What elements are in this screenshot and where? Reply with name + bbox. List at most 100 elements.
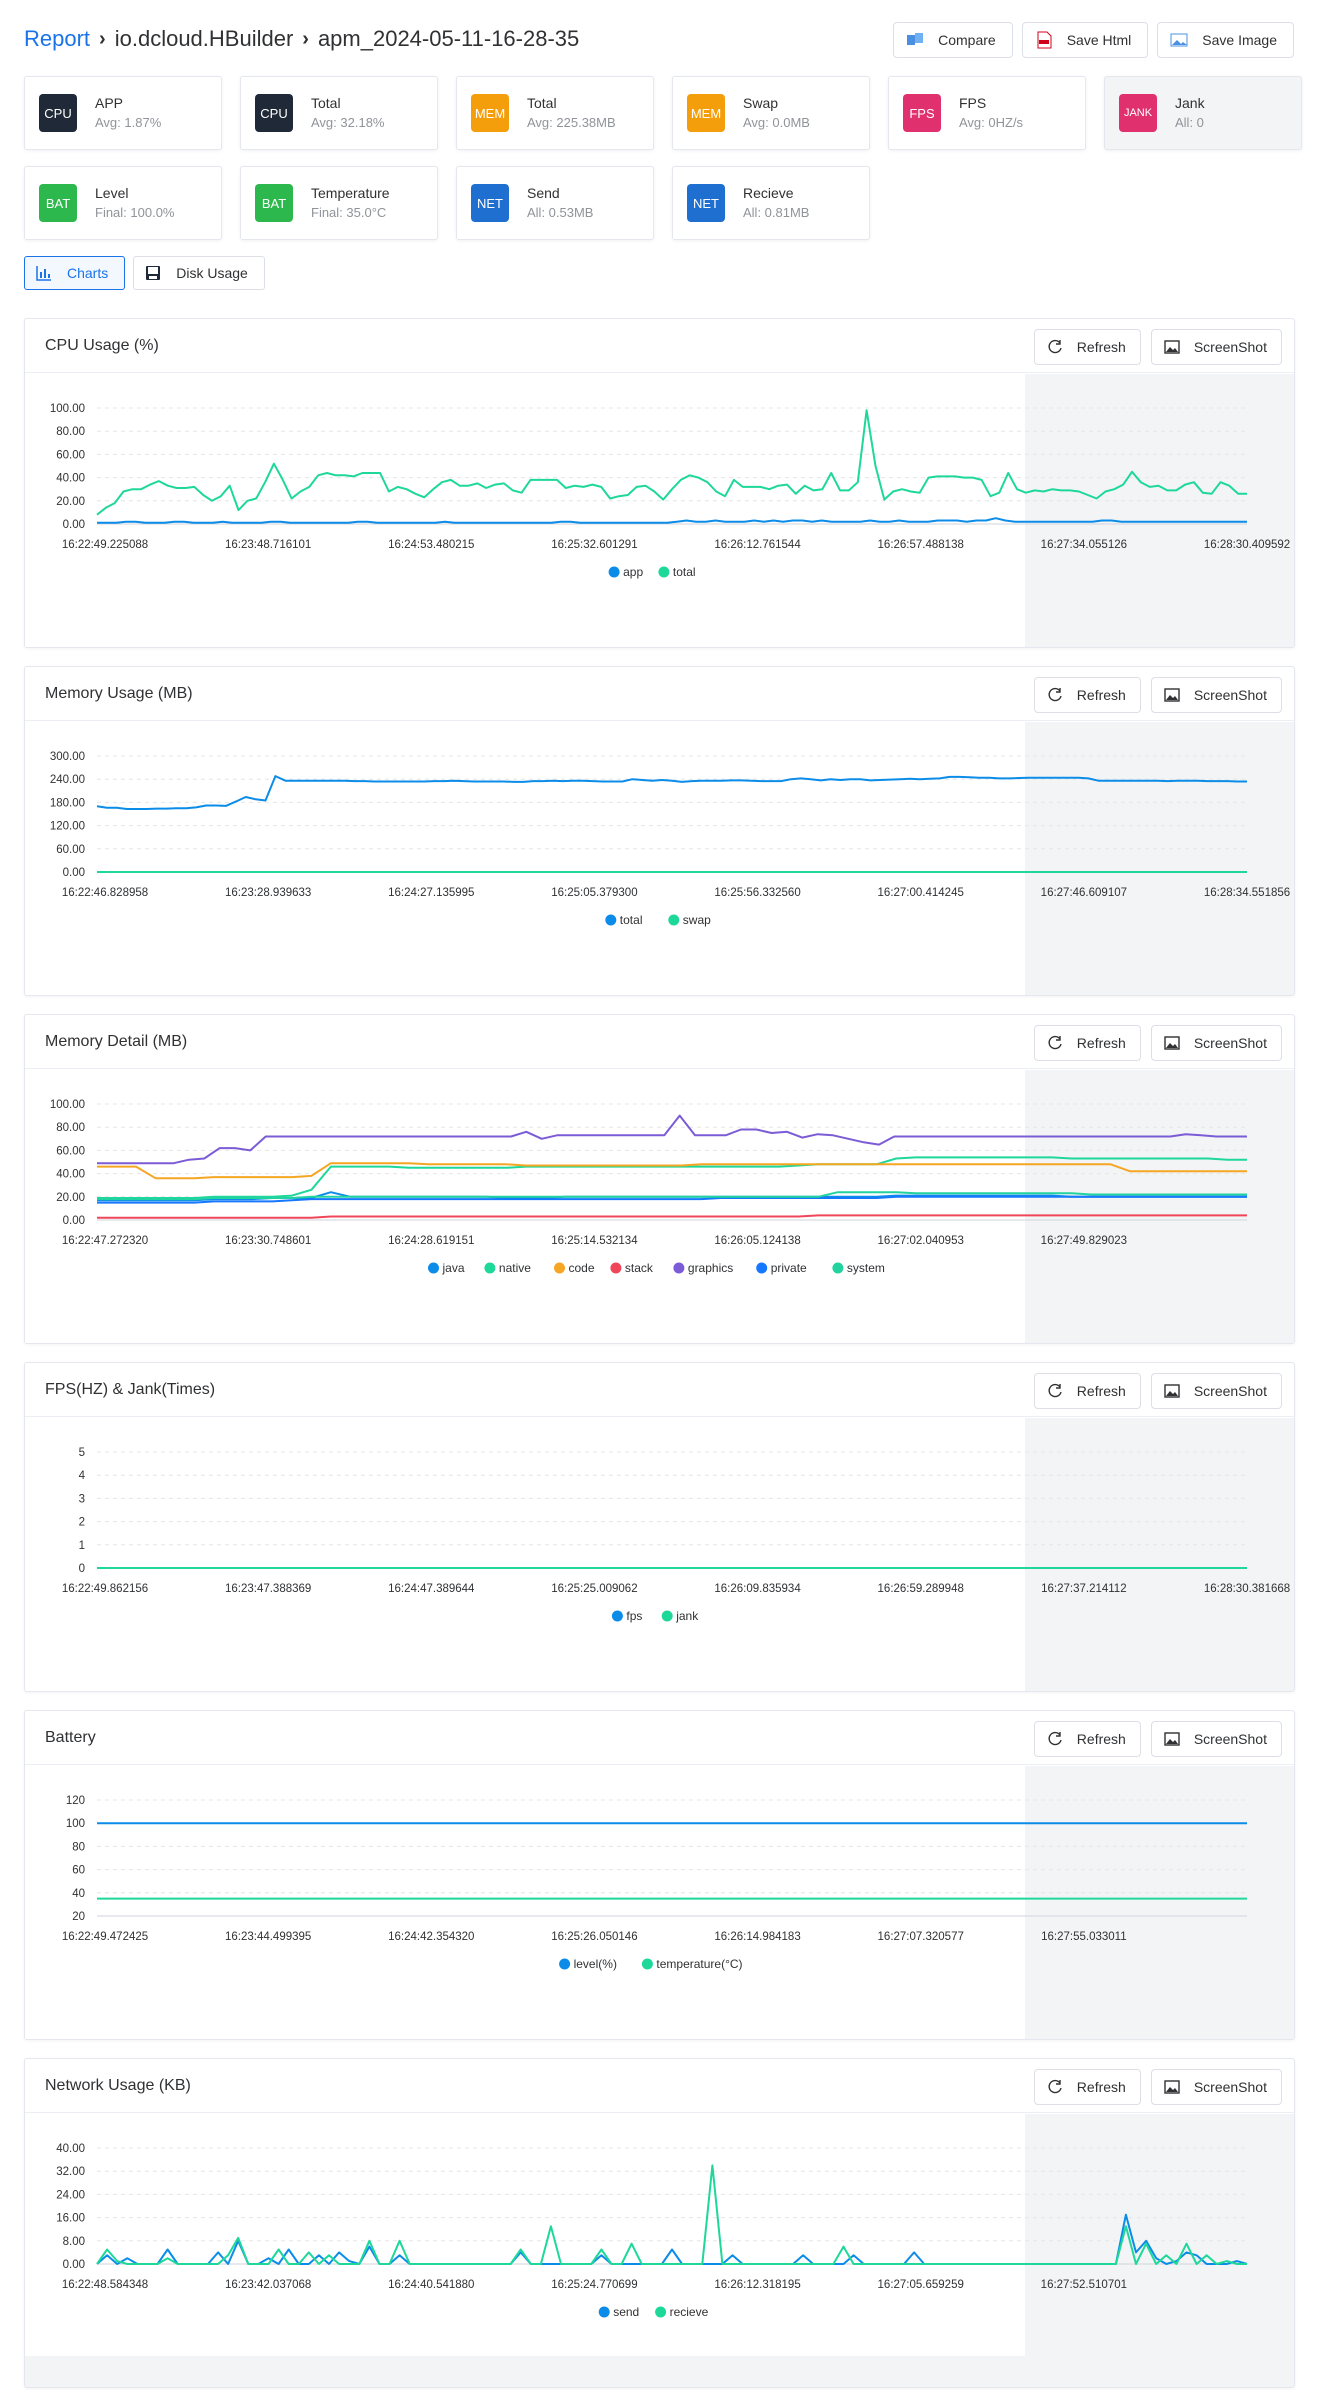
- legend-item[interactable]: java: [428, 1261, 465, 1275]
- legend-item[interactable]: private: [756, 1261, 807, 1275]
- legend-label: stack: [625, 1261, 654, 1275]
- x-tick-label: 16:24:53.480215: [388, 539, 474, 551]
- image-icon: [1164, 2080, 1180, 2094]
- screenshot-label: ScreenShot: [1193, 2079, 1267, 2095]
- legend-item[interactable]: graphics: [673, 1261, 733, 1275]
- y-tick-label: 16.00: [56, 2213, 85, 2225]
- x-tick-label: 16:27:02.040953: [878, 1235, 964, 1247]
- stat-badge: MEM: [687, 94, 725, 132]
- stat-card: MEM Total Avg: 225.38MB: [456, 76, 654, 150]
- tab-disk-usage[interactable]: Disk Usage: [133, 256, 265, 290]
- legend-item[interactable]: fps: [611, 1609, 643, 1623]
- chart-area: 300.00 240.00 180.00 120.00 60.00 0.00 16:22:4…: [25, 722, 1294, 995]
- x-tick-label: 16:23:28.939633: [225, 887, 311, 899]
- refresh-button[interactable]: Refresh: [1033, 1721, 1141, 1757]
- y-tick-label: 100: [66, 1818, 85, 1830]
- screenshot-button[interactable]: ScreenShot: [1150, 1025, 1282, 1061]
- legend-item[interactable]: code: [554, 1261, 595, 1275]
- screenshot-button[interactable]: ScreenShot: [1150, 1721, 1282, 1757]
- chart-title: Network Usage (KB): [45, 2077, 191, 2094]
- legend-dot: [832, 1262, 844, 1274]
- y-tick-label: 120: [66, 1795, 85, 1807]
- line-chart: 100.00 80.00 60.00 40.00 20.00 0.00 16:22:49.2…: [50, 403, 1290, 579]
- save-image-button[interactable]: Save Image: [1157, 22, 1294, 58]
- legend-label: total: [620, 913, 643, 927]
- stat-text: Temperature Final: 35.0°C: [311, 184, 390, 222]
- legend-item[interactable]: system: [832, 1261, 885, 1275]
- x-tick-label: 16:26:12.318195: [714, 2279, 800, 2291]
- legend-label: fps: [626, 1609, 642, 1623]
- refresh-button[interactable]: Refresh: [1033, 1373, 1141, 1409]
- stat-title: Swap: [743, 95, 779, 111]
- legend-item[interactable]: total: [605, 913, 642, 927]
- x-tick-label: 16:27:00.414245: [878, 887, 964, 899]
- screenshot-button[interactable]: ScreenShot: [1150, 1373, 1282, 1409]
- panel-header: CPU Usage (%) Refresh ScreenShot: [25, 319, 1294, 373]
- compare-button[interactable]: Compare: [893, 22, 1013, 58]
- chart-title: Memory Usage (MB): [45, 685, 193, 702]
- series-line-total: [96, 775, 1247, 810]
- x-tick-label: 16:24:42.354320: [388, 1931, 474, 1943]
- legend-item[interactable]: swap: [668, 913, 711, 927]
- legend-item[interactable]: app: [608, 565, 644, 579]
- breadcrumb-app[interactable]: io.dcloud.HBuilder: [115, 26, 294, 52]
- legend-label: level(%): [574, 1957, 617, 1971]
- legend-item[interactable]: temperature(°C): [641, 1957, 743, 1971]
- legend-item[interactable]: stack: [610, 1261, 654, 1275]
- legend-dot: [673, 1262, 685, 1274]
- panel-header: Memory Usage (MB) Refresh ScreenShot: [25, 667, 1294, 721]
- image-icon: [1164, 340, 1180, 354]
- series-line-app: [97, 517, 1247, 524]
- chevron-right-icon: ›: [302, 27, 309, 50]
- save-html-button[interactable]: Save Html: [1021, 22, 1149, 58]
- legend-item[interactable]: send: [598, 2305, 640, 2319]
- legend-dot: [559, 1958, 571, 1970]
- legend-item[interactable]: recieve: [655, 2305, 709, 2319]
- chart-title: Battery: [45, 1729, 96, 1746]
- stat-value: Final: 100.0%: [95, 205, 175, 220]
- legend-item[interactable]: total: [658, 565, 696, 579]
- refresh-button[interactable]: Refresh: [1033, 677, 1141, 713]
- stat-text: APP Avg: 1.87%: [95, 94, 161, 132]
- legend-label: code: [569, 1261, 595, 1275]
- screenshot-button[interactable]: ScreenShot: [1150, 677, 1282, 713]
- x-tick-label: 16:27:46.609107: [1041, 887, 1127, 899]
- x-tick-label: 16:25:24.770699: [551, 2279, 637, 2291]
- x-tick-label: 16:27:07.320577: [878, 1931, 964, 1943]
- panel-header: Memory Detail (MB) Refresh ScreenShot: [25, 1015, 1294, 1069]
- x-tick-label: 16:22:48.584348: [62, 2279, 148, 2291]
- stat-title: Temperature: [311, 185, 390, 201]
- y-tick-label: 60.00: [56, 1145, 85, 1157]
- tab-charts[interactable]: Charts: [24, 256, 126, 290]
- legend-dot: [484, 1262, 496, 1274]
- chart-panel: Battery Refresh ScreenShot 120 100 80 60 40 20 16…: [24, 1710, 1295, 2040]
- legend-item[interactable]: jank: [661, 1609, 700, 1623]
- line-chart: 300.00 240.00 180.00 120.00 60.00 0.00 16:22:4…: [50, 751, 1290, 927]
- legend-item[interactable]: level(%): [559, 1957, 617, 1971]
- stat-badge: FPS: [903, 94, 941, 132]
- y-tick-label: 60: [72, 1865, 85, 1877]
- stat-text: FPS Avg: 0HZ/s: [959, 94, 1023, 132]
- stat-badge: NET: [687, 184, 725, 222]
- panel-buttons: Refresh ScreenShot: [1033, 1373, 1282, 1409]
- x-tick-label: 16:22:47.272320: [62, 1235, 148, 1247]
- refresh-button[interactable]: Refresh: [1033, 1025, 1141, 1061]
- image-icon: [1164, 688, 1180, 702]
- line-chart: 40.00 32.00 24.00 16.00 8.00 0.00 16:22:48.584…: [56, 2143, 1248, 2319]
- legend-dot: [756, 1262, 768, 1274]
- legend-item[interactable]: native: [484, 1261, 531, 1275]
- stat-card: CPU Total Avg: 32.18%: [240, 76, 438, 150]
- legend-dot: [668, 914, 680, 926]
- refresh-button[interactable]: Refresh: [1033, 329, 1141, 365]
- chart-area: 100.00 80.00 60.00 40.00 20.00 0.00 16:22:49.2…: [25, 374, 1294, 647]
- stat-value: Avg: 32.18%: [311, 115, 385, 130]
- stat-badge: NET: [471, 184, 509, 222]
- stat-card: MEM Swap Avg: 0.0MB: [672, 76, 870, 150]
- refresh-button[interactable]: Refresh: [1033, 2069, 1141, 2105]
- screenshot-button[interactable]: ScreenShot: [1150, 2069, 1282, 2105]
- breadcrumb-report-link[interactable]: Report: [24, 26, 90, 52]
- screenshot-button[interactable]: ScreenShot: [1150, 329, 1282, 365]
- panel-buttons: Refresh ScreenShot: [1033, 1025, 1282, 1061]
- image-icon: [1164, 1384, 1180, 1398]
- legend-dot: [611, 1610, 623, 1622]
